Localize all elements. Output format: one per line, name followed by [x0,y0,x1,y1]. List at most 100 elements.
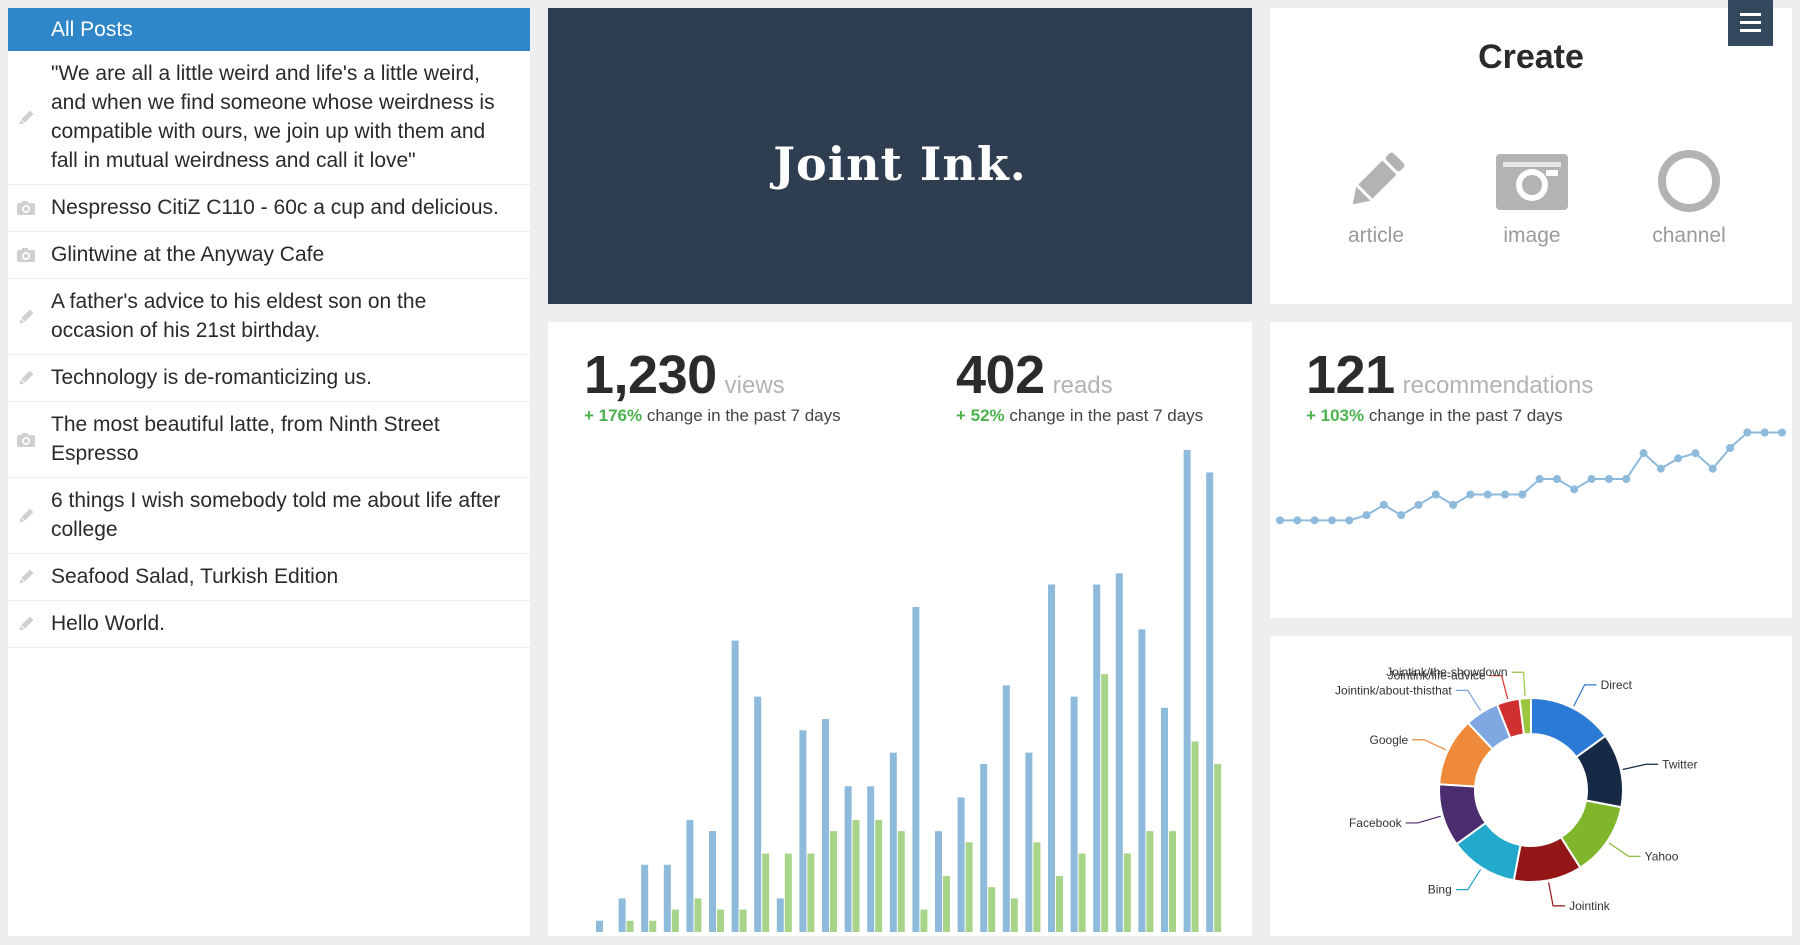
reads-bar [920,909,928,932]
recommendations-point [1414,500,1423,509]
post-title: The most beautiful latte, from Ninth Str… [51,413,440,465]
recommendations-point [1397,511,1406,520]
views-bar [1070,696,1078,932]
create-channel-button[interactable]: channel [1619,146,1759,248]
donut-label: Twitter [1662,757,1697,771]
donut-label: Jointink/about-thisthat [1335,683,1452,697]
post-title: Glintwine at the Anyway Cafe [51,243,325,266]
reads-bar [943,875,950,932]
posts-sidebar: All Posts "We are all a little weird and… [8,8,530,936]
post-list: "We are all a little weird and life's a … [8,51,530,648]
views-bar [1183,450,1191,932]
brand-banner: Joint Ink. [548,8,1252,304]
recommendations-line-chart [1276,428,1786,525]
post-list-item[interactable]: Seafood Salad, Turkish Edition [8,554,530,601]
reads-bar [1010,898,1018,932]
recommendations-point [1535,475,1544,483]
donut-label: Jointink/the-showdown [1386,665,1507,679]
views-bar [663,864,671,932]
post-list-item[interactable]: A father's advice to his eldest son on t… [8,279,530,355]
all-posts-header[interactable]: All Posts [8,8,530,51]
recommendations-point [1501,490,1510,499]
create-image-label: image [1503,224,1561,247]
post-title: A father's advice to his eldest son on t… [51,290,427,342]
camera-icon [17,248,35,262]
recommendations-point [1639,449,1648,458]
donut-leader-line [1511,671,1526,697]
reads-bar [717,909,724,932]
post-title: "We are all a little weird and life's a … [51,62,495,172]
create-title: Create [1478,38,1584,76]
post-title: Technology is de-romanticizing us. [51,366,372,389]
views-bar [709,831,716,932]
donut-label: Bing [1428,883,1452,897]
reads-bar [1033,842,1041,932]
views-bar [844,786,852,932]
views-bar [1048,584,1055,932]
recommendations-point [1674,454,1683,463]
pencil-icon [19,508,34,522]
reads-bar [807,853,815,932]
pencil-icon [19,309,34,323]
recommendations-point [1622,475,1631,483]
hamburger-line [1740,21,1761,24]
create-article-button[interactable]: article [1306,146,1446,248]
post-title: Hello World. [51,612,165,635]
traffic-sources-panel: Direct Twitter Yahoo Jointink Bing Facebook Go… [1270,636,1792,936]
reads-bar [897,831,905,932]
recommendations-point [1656,464,1665,473]
donut-leader-line [1622,763,1659,771]
camera-icon [1496,154,1568,210]
recommendations-point [1760,428,1769,437]
recommendations-point [1778,428,1786,437]
camera-icon [17,432,35,447]
recommendations-point [1362,511,1371,520]
recommendations-point [1518,490,1527,499]
views-reads-bar-chart [596,450,1222,932]
recommendations-point [1570,485,1579,494]
post-list-item[interactable]: "We are all a little weird and life's a … [8,51,530,185]
reads-bar [1123,853,1131,932]
views-bar [776,898,784,932]
hamburger-menu-icon [1740,13,1761,16]
donut-label: Google [1370,733,1409,747]
post-list-item[interactable]: 6 things I wish somebody told me about l… [8,478,530,554]
views-bar [1206,472,1214,932]
create-article-label: article [1347,224,1405,247]
recommendations-point [1691,449,1700,458]
recommendations-point [1552,475,1561,483]
donut-label: Facebook [1349,816,1403,830]
views-bar [1025,752,1033,932]
donut-leader-line [1412,739,1447,751]
donut-label: Direct [1601,678,1633,692]
pencil-icon [1352,152,1405,205]
reads-bar [649,920,657,932]
brand-logo-text: Joint Ink. [773,137,1027,191]
recommendations-point [1743,428,1752,437]
recommendations-point [1431,490,1440,499]
post-list-item[interactable]: Hello World. [8,601,530,648]
views-bar [618,898,626,932]
post-list-item[interactable]: Glintwine at the Anyway Cafe [8,232,530,279]
reads-bar [830,831,837,932]
post-title: 6 things I wish somebody told me about l… [51,489,501,541]
post-title: Seafood Salad, Turkish Edition [51,565,339,588]
post-list-item[interactable]: The most beautiful latte, from Ninth Str… [8,402,530,478]
recommendations-point [1587,475,1596,483]
recommendations-point [1345,516,1354,525]
hamburger-menu-button[interactable] [1728,0,1773,46]
views-bar [1115,573,1123,932]
reads-bar [1101,674,1109,932]
donut-leader-line [1405,815,1441,824]
create-image-button[interactable]: image [1462,146,1602,248]
views-bar [731,640,739,932]
post-list-item[interactable]: Nespresso CitiZ C110 - 60c a cup and del… [8,185,530,232]
views-bar [1161,707,1168,932]
reads-bar [694,898,702,932]
recommendations-point [1276,516,1284,525]
reads-bar [671,909,679,932]
recommendations-panel: 121 recommendations + 103% change in the … [1270,322,1792,618]
recommendations-line [1280,431,1782,522]
post-title: Nespresso CitiZ C110 - 60c a cup and del… [51,196,499,219]
post-list-item[interactable]: Technology is de-romanticizing us. [8,355,530,402]
